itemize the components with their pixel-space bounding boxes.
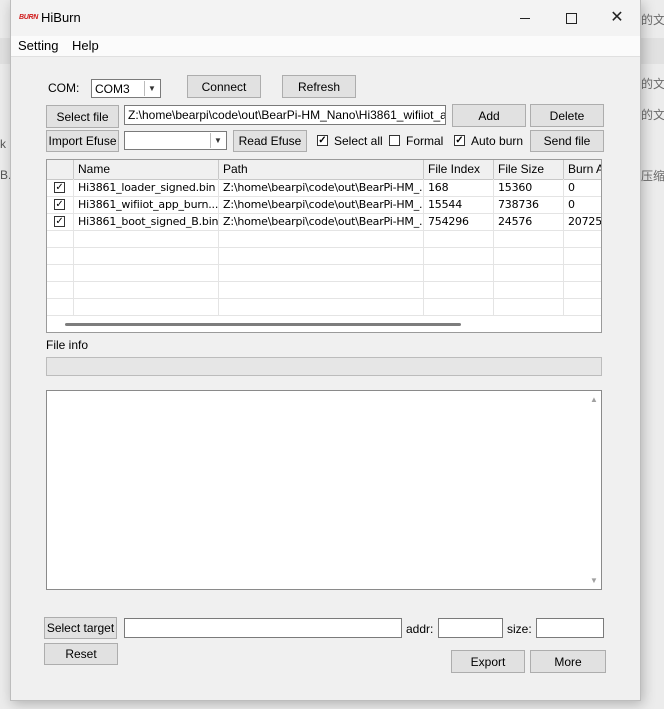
table-row-empty — [47, 264, 601, 282]
addr-input[interactable] — [438, 618, 503, 638]
column-header-path[interactable]: Path — [219, 160, 424, 179]
target-input[interactable] — [124, 618, 402, 638]
menu-bar: Setting Help — [11, 36, 640, 57]
background-text: 的文件 — [641, 13, 664, 27]
log-output-area[interactable]: ▲ ▼ — [46, 390, 602, 590]
column-header-name[interactable]: Name — [74, 160, 219, 179]
title-bar[interactable]: BURN HiBurn ✕ — [11, 0, 640, 36]
window-title: HiBurn — [41, 10, 81, 25]
com-label: COM: — [48, 81, 80, 95]
scroll-down-icon[interactable]: ▼ — [590, 576, 598, 585]
table-row-empty — [47, 230, 601, 248]
vertical-scrollbar[interactable]: ▲ ▼ — [586, 391, 601, 589]
app-logo-icon: BURN — [19, 14, 39, 21]
table-row-empty — [47, 298, 601, 316]
com-port-value: COM3 — [95, 82, 130, 96]
column-header-file-index[interactable]: File Index — [424, 160, 494, 179]
maximize-icon — [565, 12, 577, 24]
connect-button[interactable]: Connect — [187, 75, 261, 98]
column-header-check[interactable] — [47, 160, 74, 179]
table-row-empty — [47, 281, 601, 299]
row-file-index: 168 — [424, 179, 494, 196]
row-name: Hi3861_loader_signed.bin — [74, 179, 219, 196]
row-checkbox[interactable]: ✓ — [54, 216, 65, 227]
file-table[interactable]: Name Path File Index File Size Burn A ✓ … — [46, 159, 602, 333]
row-file-size: 15360 — [494, 179, 564, 196]
horizontal-scrollbar[interactable] — [65, 323, 461, 326]
table-header: Name Path File Index File Size Burn A — [47, 160, 601, 180]
column-header-file-size[interactable]: File Size — [494, 160, 564, 179]
formal-checkbox[interactable] — [389, 135, 400, 146]
row-checkbox[interactable]: ✓ — [54, 182, 65, 193]
select-all-checkbox[interactable]: ✓ — [317, 135, 328, 146]
row-check-cell: ✓ — [47, 213, 74, 230]
close-icon: ✕ — [610, 9, 624, 26]
row-path: Z:\home\bearpi\code\out\BearPi-HM_... — [219, 213, 424, 230]
addr-label: addr: — [406, 622, 434, 636]
file-progress-bar — [46, 357, 602, 376]
size-input[interactable] — [536, 618, 604, 638]
auto-burn-checkbox[interactable]: ✓ — [454, 135, 465, 146]
auto-burn-label[interactable]: Auto burn — [471, 134, 523, 148]
row-check-cell: ✓ — [47, 179, 74, 196]
minimize-icon — [520, 17, 530, 19]
import-efuse-button[interactable]: Import Efuse — [46, 130, 119, 152]
chevron-down-icon[interactable]: ▼ — [210, 133, 225, 148]
select-all-label[interactable]: Select all — [334, 134, 383, 148]
formal-label[interactable]: Formal — [406, 134, 443, 148]
background-text: 的文件 — [641, 77, 664, 91]
add-button[interactable]: Add — [452, 104, 526, 127]
background-text: 的文件 — [641, 108, 664, 122]
size-label: size: — [507, 622, 532, 636]
read-efuse-button[interactable]: Read Efuse — [233, 130, 307, 152]
background-text: 压缩 — [641, 169, 664, 183]
table-row-empty — [47, 247, 601, 265]
select-target-button[interactable]: Select target — [44, 617, 117, 639]
send-file-button[interactable]: Send file — [530, 130, 604, 152]
file-path-input[interactable]: Z:\home\bearpi\code\out\BearPi-HM_Nano\H… — [124, 105, 446, 125]
row-burn-addr: 207257 — [564, 213, 601, 230]
maximize-button[interactable] — [548, 0, 594, 36]
close-button[interactable]: ✕ — [594, 0, 640, 36]
row-file-size: 738736 — [494, 196, 564, 213]
export-button[interactable]: Export — [451, 650, 525, 673]
row-path: Z:\home\bearpi\code\out\BearPi-HM_... — [219, 196, 424, 213]
column-header-burn-addr[interactable]: Burn A — [564, 160, 601, 179]
menu-help[interactable]: Help — [72, 38, 99, 53]
reset-button[interactable]: Reset — [44, 643, 118, 665]
table-row[interactable]: ✓ Hi3861_boot_signed_B.bin Z:\home\bearp… — [47, 213, 601, 231]
row-check-cell: ✓ — [47, 196, 74, 213]
file-info-label: File info — [46, 338, 89, 352]
row-path: Z:\home\bearpi\code\out\BearPi-HM_... — [219, 179, 424, 196]
chevron-down-icon[interactable]: ▼ — [144, 81, 159, 96]
row-file-size: 24576 — [494, 213, 564, 230]
row-burn-addr: 0 — [564, 196, 601, 213]
menu-setting[interactable]: Setting — [18, 38, 58, 53]
hiburn-window: BURN HiBurn ✕ Setting Help COM: COM3 ▼ C… — [10, 0, 641, 701]
row-burn-addr: 0 — [564, 179, 601, 196]
row-name: Hi3861_wifiiot_app_burn... — [74, 196, 219, 213]
scroll-up-icon[interactable]: ▲ — [590, 395, 598, 404]
delete-button[interactable]: Delete — [530, 104, 604, 127]
row-name: Hi3861_boot_signed_B.bin — [74, 213, 219, 230]
row-file-index: 754296 — [424, 213, 494, 230]
background-text: k — [0, 137, 6, 151]
refresh-button[interactable]: Refresh — [282, 75, 356, 98]
table-row[interactable]: ✓ Hi3861_wifiiot_app_burn... Z:\home\bea… — [47, 196, 601, 214]
com-port-select[interactable]: COM3 ▼ — [91, 79, 161, 98]
minimize-button[interactable] — [502, 0, 548, 36]
row-checkbox[interactable]: ✓ — [54, 199, 65, 210]
efuse-select[interactable]: ▼ — [124, 131, 227, 150]
more-button[interactable]: More — [530, 650, 606, 673]
table-row[interactable]: ✓ Hi3861_loader_signed.bin Z:\home\bearp… — [47, 179, 601, 197]
select-file-button[interactable]: Select file — [46, 105, 119, 128]
row-file-index: 15544 — [424, 196, 494, 213]
